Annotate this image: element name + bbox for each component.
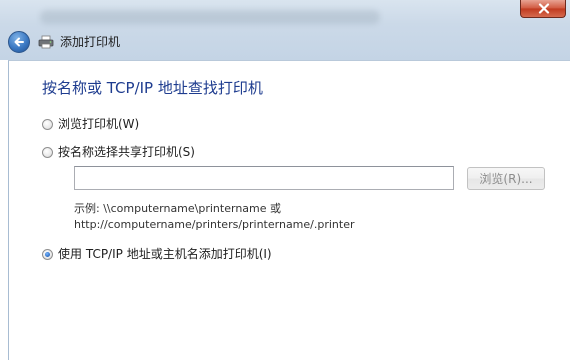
option-tcpip-label: 使用 TCP/IP 地址或主机名添加打印机(I): [58, 247, 272, 261]
browse-button[interactable]: 浏览(R)...: [467, 167, 545, 190]
back-button[interactable]: [8, 31, 30, 53]
radio-tcpip-hostname[interactable]: [42, 248, 53, 260]
option-select-shared-printer[interactable]: 按名称选择共享打印机(S): [42, 144, 195, 160]
blurred-title-text: [40, 10, 380, 24]
radio-browse-printers[interactable]: [42, 118, 53, 130]
example-line-1: 示例: \\computername\printername 或: [74, 202, 282, 215]
add-printer-window: 添加打印机 按名称或 TCP/IP 地址查找打印机 浏览打印机(W) 按名称选择…: [0, 0, 570, 360]
example-line-2: http://computername/printers/printername…: [74, 218, 355, 231]
option-tcpip-hostname[interactable]: 使用 TCP/IP 地址或主机名添加打印机(I): [42, 246, 272, 262]
option-shared-label: 按名称选择共享打印机(S): [58, 145, 195, 159]
shared-printer-name-input[interactable]: [74, 166, 454, 190]
option-browse-printers[interactable]: 浏览打印机(W): [42, 116, 139, 132]
title-bar: 添加打印机: [0, 0, 570, 60]
close-icon: [538, 3, 550, 14]
back-arrow-icon: [14, 37, 24, 47]
window-title: 添加打印机: [60, 35, 121, 49]
wizard-content: 按名称或 TCP/IP 地址查找打印机 浏览打印机(W) 按名称选择共享打印机(…: [8, 60, 570, 360]
option-browse-label: 浏览打印机(W): [58, 117, 140, 131]
page-title: 按名称或 TCP/IP 地址查找打印机: [42, 79, 263, 97]
close-button[interactable]: [520, 0, 566, 18]
printer-icon: [38, 35, 54, 49]
radio-select-shared-printer[interactable]: [42, 146, 53, 158]
